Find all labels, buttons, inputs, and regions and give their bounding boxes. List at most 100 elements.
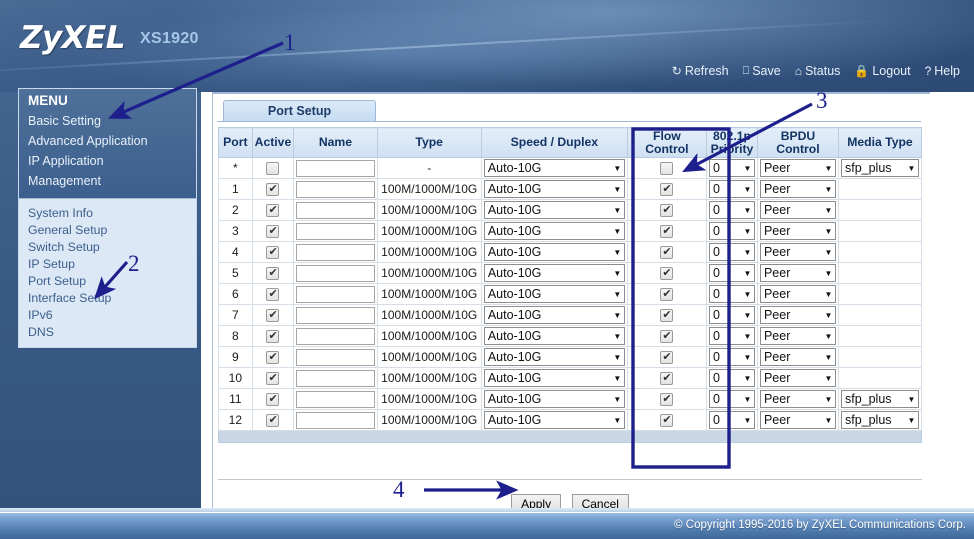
priority-select[interactable]: 0▼ (709, 369, 755, 387)
bpdu-control-select[interactable]: Peer▼ (760, 369, 836, 387)
menu-item-ip-application[interactable]: IP Application (28, 151, 196, 171)
status-button[interactable]: ⌂ Status (795, 64, 841, 78)
priority-select[interactable]: 0▼ (709, 222, 755, 240)
port-name-input[interactable] (296, 223, 374, 240)
priority-select[interactable]: 0▼ (709, 243, 755, 261)
media-type-select[interactable]: sfp_plus▼ (841, 159, 919, 177)
active-checkbox[interactable] (266, 288, 279, 301)
port-name-input[interactable] (296, 328, 374, 345)
menu-item-basic-setting[interactable]: Basic Setting (28, 111, 196, 131)
port-name-input[interactable] (296, 202, 374, 219)
media-type-select[interactable]: sfp_plus▼ (841, 390, 919, 408)
port-name-input[interactable] (296, 349, 374, 366)
speed-duplex-select[interactable]: Auto-10G▼ (484, 243, 625, 261)
port-name-input[interactable] (296, 370, 374, 387)
flow-control-checkbox[interactable] (660, 204, 673, 217)
active-checkbox[interactable] (266, 309, 279, 322)
flow-control-checkbox[interactable] (660, 267, 673, 280)
priority-select[interactable]: 0▼ (709, 159, 755, 177)
active-checkbox[interactable] (266, 351, 279, 364)
priority-select[interactable]: 0▼ (709, 180, 755, 198)
active-checkbox[interactable] (266, 162, 279, 175)
speed-duplex-select[interactable]: Auto-10G▼ (484, 348, 625, 366)
speed-duplex-select[interactable]: Auto-10G▼ (484, 369, 625, 387)
bpdu-control-select[interactable]: Peer▼ (760, 285, 836, 303)
port-name-input[interactable] (296, 160, 374, 177)
speed-duplex-select[interactable]: Auto-10G▼ (484, 285, 625, 303)
active-checkbox[interactable] (266, 372, 279, 385)
submenu-item-ipv6[interactable]: IPv6 (28, 306, 196, 323)
flow-control-checkbox[interactable] (660, 246, 673, 259)
bpdu-control-select[interactable]: Peer▼ (760, 306, 836, 324)
submenu-item-port-setup[interactable]: Port Setup (28, 272, 196, 289)
speed-duplex-select[interactable]: Auto-10G▼ (484, 264, 625, 282)
submenu-item-ip-setup[interactable]: IP Setup (28, 255, 196, 272)
submenu-item-system-info[interactable]: System Info (28, 204, 196, 221)
bpdu-control-select[interactable]: Peer▼ (760, 201, 836, 219)
port-name-input[interactable] (296, 244, 374, 261)
refresh-button[interactable]: ↻ Refresh (672, 64, 729, 78)
priority-select[interactable]: 0▼ (709, 390, 755, 408)
priority-select[interactable]: 0▼ (709, 285, 755, 303)
speed-duplex-select[interactable]: Auto-10G▼ (484, 327, 625, 345)
flow-control-checkbox[interactable] (660, 372, 673, 385)
submenu-item-interface-setup[interactable]: Interface Setup (28, 289, 196, 306)
port-name-input[interactable] (296, 265, 374, 282)
port-name-input[interactable] (296, 412, 374, 429)
flow-control-checkbox[interactable] (660, 309, 673, 322)
flow-control-checkbox[interactable] (660, 288, 673, 301)
priority-select[interactable]: 0▼ (709, 348, 755, 366)
menu-item-advanced-application[interactable]: Advanced Application (28, 131, 196, 151)
flow-control-checkbox[interactable] (660, 162, 673, 175)
port-name-input[interactable] (296, 307, 374, 324)
save-button[interactable]: ⎕ Save (743, 64, 781, 78)
active-checkbox[interactable] (266, 393, 279, 406)
cell-name (294, 389, 377, 410)
bpdu-control-select[interactable]: Peer▼ (760, 222, 836, 240)
priority-select[interactable]: 0▼ (709, 264, 755, 282)
speed-duplex-select[interactable]: Auto-10G▼ (484, 222, 625, 240)
flow-control-checkbox[interactable] (660, 393, 673, 406)
bpdu-control-select[interactable]: Peer▼ (760, 390, 836, 408)
priority-select[interactable]: 0▼ (709, 411, 755, 429)
port-name-input[interactable] (296, 391, 374, 408)
flow-control-checkbox[interactable] (660, 414, 673, 427)
bpdu-control-select[interactable]: Peer▼ (760, 159, 836, 177)
bpdu-control-select[interactable]: Peer▼ (760, 180, 836, 198)
priority-select[interactable]: 0▼ (709, 306, 755, 324)
flow-control-checkbox[interactable] (660, 351, 673, 364)
active-checkbox[interactable] (266, 183, 279, 196)
logout-button[interactable]: 🔒 Logout (854, 64, 910, 78)
active-checkbox[interactable] (266, 330, 279, 343)
priority-select[interactable]: 0▼ (709, 201, 755, 219)
flow-control-checkbox[interactable] (660, 330, 673, 343)
help-button[interactable]: ? Help (925, 64, 960, 78)
bpdu-control-select[interactable]: Peer▼ (760, 327, 836, 345)
active-checkbox[interactable] (266, 414, 279, 427)
active-checkbox[interactable] (266, 204, 279, 217)
port-name-input[interactable] (296, 181, 374, 198)
priority-select[interactable]: 0▼ (709, 327, 755, 345)
bpdu-control-select[interactable]: Peer▼ (760, 243, 836, 261)
menu-item-management[interactable]: Management (28, 171, 196, 191)
tab-port-setup[interactable]: Port Setup (223, 100, 376, 121)
bpdu-control-select[interactable]: Peer▼ (760, 264, 836, 282)
speed-duplex-select[interactable]: Auto-10G▼ (484, 180, 625, 198)
submenu-item-dns[interactable]: DNS (28, 323, 196, 340)
flow-control-checkbox[interactable] (660, 225, 673, 238)
speed-duplex-select[interactable]: Auto-10G▼ (484, 306, 625, 324)
bpdu-control-select[interactable]: Peer▼ (760, 348, 836, 366)
speed-duplex-select[interactable]: Auto-10G▼ (484, 411, 625, 429)
active-checkbox[interactable] (266, 267, 279, 280)
speed-duplex-select[interactable]: Auto-10G▼ (484, 201, 625, 219)
active-checkbox[interactable] (266, 246, 279, 259)
submenu-item-switch-setup[interactable]: Switch Setup (28, 238, 196, 255)
speed-duplex-select[interactable]: Auto-10G▼ (484, 390, 625, 408)
media-type-select[interactable]: sfp_plus▼ (841, 411, 919, 429)
speed-duplex-select[interactable]: Auto-10G▼ (484, 159, 625, 177)
bpdu-control-select[interactable]: Peer▼ (760, 411, 836, 429)
submenu-item-general-setup[interactable]: General Setup (28, 221, 196, 238)
active-checkbox[interactable] (266, 225, 279, 238)
flow-control-checkbox[interactable] (660, 183, 673, 196)
port-name-input[interactable] (296, 286, 374, 303)
